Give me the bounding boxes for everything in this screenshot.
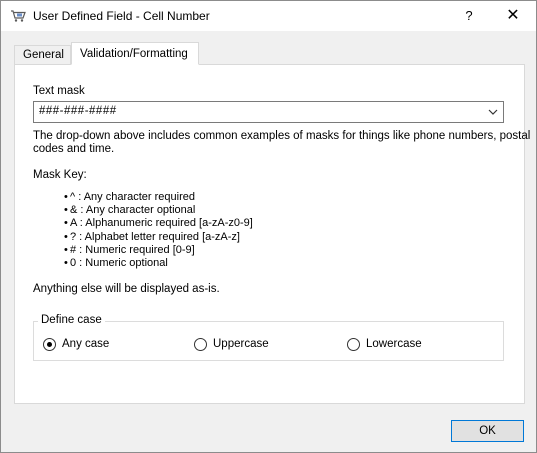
radio-label: Lowercase [366,338,422,350]
list-item: • ^ : Any character required [64,191,196,203]
close-button[interactable]: ✕ [490,1,536,31]
mask-key-list: • ^ : Any character required • & : Any cha… [64,191,253,270]
title-bar: User Defined Field - Cell Number ? ✕ [1,1,536,31]
tab-general[interactable]: General [14,45,71,64]
list-item: •? : Alphabet letter required [a-zA-z] [64,230,240,243]
list-item: • # : Numeric required [0-9] [64,243,195,256]
window-title: User Defined Field - Cell Number [33,9,210,23]
mask-key-heading: Mask Key: [33,169,87,181]
list-item: • A : Alphanumeric required [a-zA-z0-9] [64,217,253,230]
text-mask-value: ###-###-#### [39,105,117,117]
as-is-note: Anything else will be displayed as-is. [33,283,220,295]
text-mask-dropdown[interactable]: ###-###-#### [33,101,504,123]
ok-button-label: OK [479,425,496,437]
mask-description-cont: codes and time. [33,143,115,155]
radio-label: Any case [62,338,110,350]
chevron-down-icon [488,109,498,115]
radio-button[interactable] [347,338,360,351]
radio-button[interactable] [43,338,56,351]
tab-validation-formatting[interactable]: Validation/Formatting [71,42,199,65]
text-mask-label: Text mask [33,85,85,97]
cart-icon [11,10,26,22]
radio-label: Uppercase [213,338,269,350]
dialog-window: User Defined Field - Cell Number ? ✕ Gen… [0,0,537,453]
close-icon: ✕ [506,7,520,24]
help-button[interactable]: ? [448,1,490,31]
list-item: • & : Any character optional [64,204,196,217]
list-item: • 0 : Numeric optional [64,256,168,269]
mask-description: The drop-down above includes common exam… [33,130,531,142]
radio-button[interactable] [194,338,207,351]
define-case-legend: Define case [38,314,105,326]
ok-button[interactable]: OK [451,420,524,442]
